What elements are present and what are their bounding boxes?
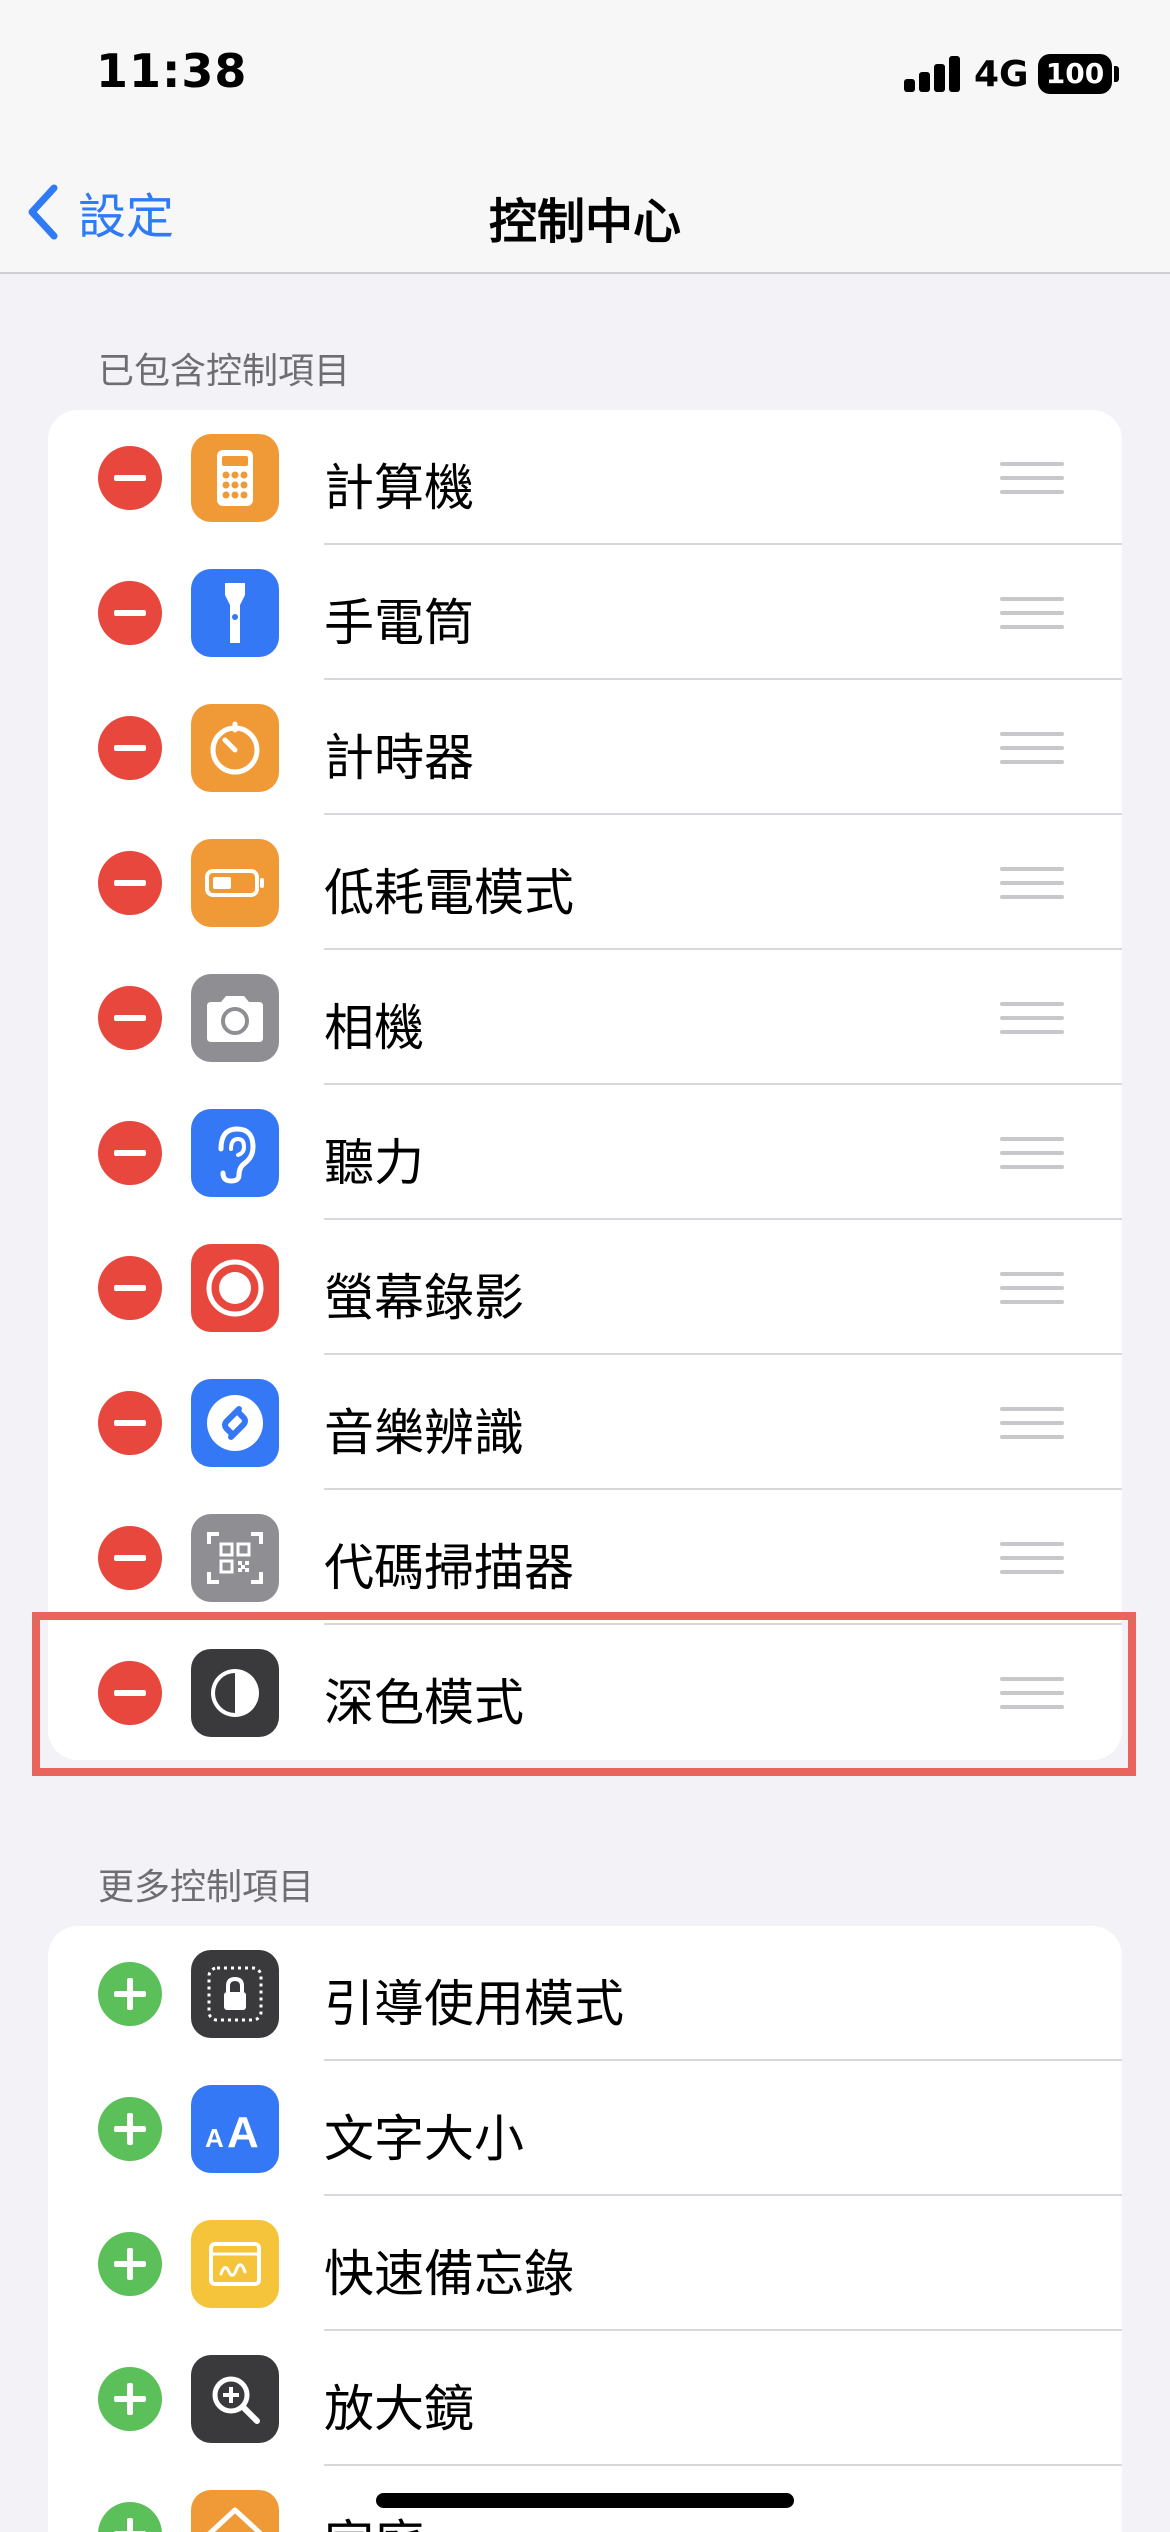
cellular-signal-icon xyxy=(904,56,960,92)
qr-scanner-icon xyxy=(191,1514,279,1602)
text-size-icon: AA xyxy=(191,2085,279,2173)
more-controls-list: 引導使用模式 AA 文字大小 快速備忘錄 放大鏡 家庭 xyxy=(48,1926,1122,2532)
control-row-screen-recording: 螢幕錄影 xyxy=(48,1220,1122,1355)
included-section-header: 已包含控制項目 xyxy=(98,351,351,392)
home-indicator[interactable] xyxy=(376,2493,794,2508)
battery-icon: 100 xyxy=(1038,54,1112,94)
control-row-calculator: 計算機 xyxy=(48,410,1122,545)
control-row-flashlight: 手電筒 xyxy=(48,545,1122,680)
control-label: 手電筒 xyxy=(324,594,474,652)
camera-icon xyxy=(191,974,279,1062)
low-power-battery-icon xyxy=(191,839,279,927)
navigation-bar: 設定 控制中心 xyxy=(0,150,1170,274)
remove-button[interactable] xyxy=(98,581,162,645)
reorder-handle-icon[interactable] xyxy=(1000,1137,1064,1169)
ear-icon xyxy=(191,1109,279,1197)
control-label: 引導使用模式 xyxy=(324,1975,624,2033)
control-label: 深色模式 xyxy=(324,1674,524,1732)
remove-button[interactable] xyxy=(98,986,162,1050)
svg-text:A: A xyxy=(205,2123,224,2153)
add-button[interactable] xyxy=(98,1962,162,2026)
home-icon xyxy=(191,2490,279,2532)
remove-button[interactable] xyxy=(98,1526,162,1590)
remove-button[interactable] xyxy=(98,716,162,780)
reorder-handle-icon[interactable] xyxy=(1000,1677,1064,1709)
control-row-music-recognition: 音樂辨識 xyxy=(48,1355,1122,1490)
network-type: 4G xyxy=(974,54,1029,95)
control-row-hearing: 聽力 xyxy=(48,1085,1122,1220)
control-row-low-power: 低耗電模式 xyxy=(48,815,1122,950)
control-label: 快速備忘錄 xyxy=(324,2245,574,2303)
svg-text:A: A xyxy=(227,2108,259,2157)
reorder-handle-icon[interactable] xyxy=(1000,732,1064,764)
add-button[interactable] xyxy=(98,2367,162,2431)
control-row-code-scanner: 代碼掃描器 xyxy=(48,1490,1122,1625)
control-row-magnifier: 放大鏡 xyxy=(48,2331,1122,2466)
control-row-timer: 計時器 xyxy=(48,680,1122,815)
control-label: 放大鏡 xyxy=(324,2380,474,2438)
screen-record-icon xyxy=(191,1244,279,1332)
reorder-handle-icon[interactable] xyxy=(1000,1542,1064,1574)
control-label: 螢幕錄影 xyxy=(324,1269,524,1327)
remove-button[interactable] xyxy=(98,446,162,510)
timer-icon xyxy=(191,704,279,792)
add-button[interactable] xyxy=(98,2502,162,2532)
shazam-icon xyxy=(191,1379,279,1467)
control-row-guided-access: 引導使用模式 xyxy=(48,1926,1122,2061)
control-row-camera: 相機 xyxy=(48,950,1122,1085)
control-label: 計時器 xyxy=(324,729,474,787)
reorder-handle-icon[interactable] xyxy=(1000,1272,1064,1304)
reorder-handle-icon[interactable] xyxy=(1000,867,1064,899)
reorder-handle-icon[interactable] xyxy=(1000,1407,1064,1439)
battery-nub xyxy=(1114,66,1119,82)
remove-button[interactable] xyxy=(98,1661,162,1725)
guided-access-icon xyxy=(191,1950,279,2038)
add-button[interactable] xyxy=(98,2097,162,2161)
control-label: 代碼掃描器 xyxy=(324,1539,574,1597)
remove-button[interactable] xyxy=(98,1121,162,1185)
control-row-dark-mode: 深色模式 xyxy=(48,1625,1122,1760)
reorder-handle-icon[interactable] xyxy=(1000,462,1064,494)
magnifier-icon xyxy=(191,2355,279,2443)
reorder-handle-icon[interactable] xyxy=(1000,597,1064,629)
control-label: 文字大小 xyxy=(324,2110,524,2168)
page-title: 控制中心 xyxy=(488,194,681,250)
highlight-shadow xyxy=(36,1772,1136,1776)
control-row-text-size: AA 文字大小 xyxy=(48,2061,1122,2196)
control-row-quick-note: 快速備忘錄 xyxy=(48,2196,1122,2331)
control-label: 家庭 xyxy=(324,2504,424,2532)
remove-button[interactable] xyxy=(98,1256,162,1320)
included-controls-list: 計算機 手電筒 計時器 低耗電模式 相機 聽力 螢幕錄影 音樂辨識 代碼掃描器 … xyxy=(48,410,1122,1760)
reorder-handle-icon[interactable] xyxy=(1000,1002,1064,1034)
control-label: 聽力 xyxy=(324,1134,424,1192)
more-section-header: 更多控制項目 xyxy=(98,1867,315,1908)
dark-mode-icon xyxy=(191,1649,279,1737)
control-label: 低耗電模式 xyxy=(324,864,574,922)
quick-note-icon xyxy=(191,2220,279,2308)
calculator-icon xyxy=(191,434,279,522)
control-label: 計算機 xyxy=(324,459,474,517)
add-button[interactable] xyxy=(98,2232,162,2296)
control-label: 相機 xyxy=(324,999,424,1057)
status-bar: 11:38 4G 100 xyxy=(0,0,1170,150)
remove-button[interactable] xyxy=(98,851,162,915)
flashlight-icon xyxy=(191,569,279,657)
control-label: 音樂辨識 xyxy=(324,1404,524,1462)
remove-button[interactable] xyxy=(98,1391,162,1455)
status-time: 11:38 xyxy=(96,44,248,98)
